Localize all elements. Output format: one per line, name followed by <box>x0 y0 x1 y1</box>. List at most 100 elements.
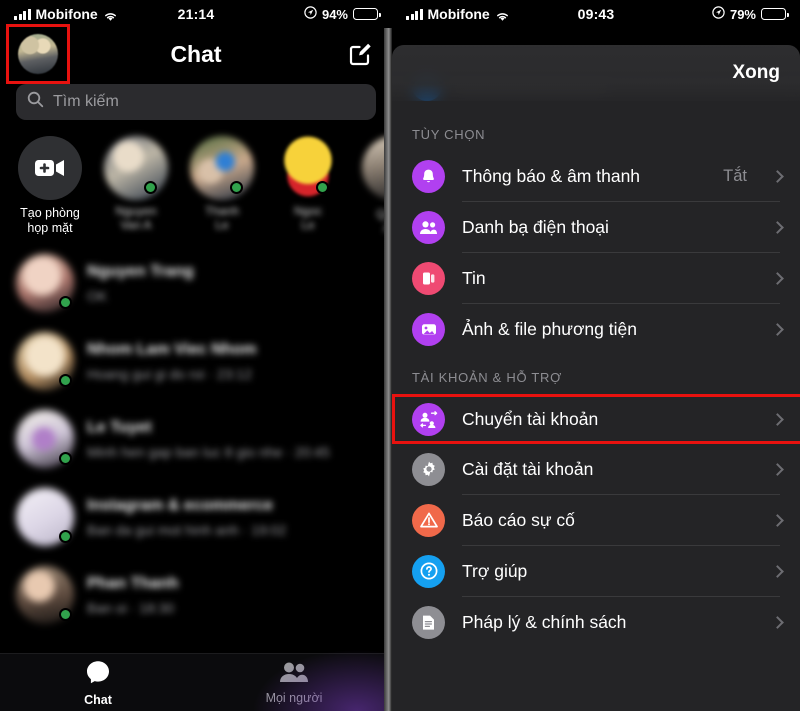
settings-row-report-problem[interactable]: Báo cáo sự cố <box>392 495 800 545</box>
chevron-right-icon <box>771 322 784 336</box>
photo-icon <box>412 312 445 346</box>
settings-row-label: Pháp lý & chính sách <box>462 611 627 632</box>
battery-icon <box>761 8 789 20</box>
chat-name: Nhom Lam Viec Nhom <box>87 340 257 358</box>
status-right-group: 94% <box>304 6 381 22</box>
settings-row-help[interactable]: Trợ giúp <box>392 546 800 596</box>
contacts-icon <box>412 210 445 244</box>
story-label: Nguyen Van A <box>115 204 157 232</box>
online-dot <box>144 181 157 194</box>
location-arrow-icon <box>712 6 725 22</box>
people-icon <box>279 662 309 687</box>
chevron-right-icon <box>771 564 784 578</box>
bell-icon <box>412 159 445 193</box>
create-room-button[interactable]: Tạo phòng họp mặt <box>14 136 86 236</box>
chevron-right-icon <box>771 271 784 285</box>
chat-list[interactable]: Nguyen Trang OK Nhom Lam Viec Nhom Hoang… <box>0 242 392 653</box>
gear-icon <box>412 452 445 486</box>
settings-row-label: Thông báo & âm thanh <box>462 165 641 186</box>
settings-row-contacts[interactable]: Danh bạ điện thoại <box>392 202 800 252</box>
search-icon <box>27 91 44 113</box>
online-dot <box>59 374 72 387</box>
bottom-tab-bar[interactable]: Chat Mọi người <box>0 649 392 711</box>
chat-list-item[interactable]: Nhom Lam Viec Nhom Hoang gui gi do roi ·… <box>0 322 392 400</box>
chevron-right-icon <box>771 615 784 629</box>
chat-avatar-wrap <box>16 332 74 390</box>
create-room-label: Tạo phòng họp mặt <box>20 206 80 235</box>
settings-row-account-settings[interactable]: Cài đặt tài khoản <box>392 444 800 494</box>
chevron-right-icon <box>771 169 784 183</box>
settings-row-label: Cài đặt tài khoản <box>462 458 594 479</box>
panel-scroll-strip[interactable] <box>384 28 392 711</box>
chat-text-group: Nhom Lam Viec Nhom Hoang gui gi do roi ·… <box>87 341 376 382</box>
chevron-right-icon <box>771 462 784 476</box>
chat-avatar-wrap <box>16 488 74 546</box>
tab-chat[interactable]: Chat <box>0 659 196 707</box>
story-item[interactable]: Nguyen Van A <box>100 136 172 232</box>
chat-name: Nguyen Trang <box>87 262 194 280</box>
settings-row-label: Ảnh & file phương tiện <box>462 318 637 339</box>
story-item[interactable]: Thanh Le <box>186 136 258 232</box>
settings-row-label: Báo cáo sự cố <box>462 509 575 530</box>
story-item[interactable]: Ngoc Le <box>272 136 344 232</box>
chat-snippet: Minh hen gap ban luc 8 gio nhe · 20:45 <box>87 443 330 460</box>
chat-snippet: Ban da gui mot hinh anh · 19:02 <box>87 521 287 538</box>
settings-row-media[interactable]: Ảnh & file phương tiện <box>392 304 800 354</box>
chevron-right-icon <box>771 412 784 426</box>
right-status-bar: Mobifone 09:43 79% <box>392 0 800 28</box>
settings-row-legal[interactable]: Pháp lý & chính sách <box>392 597 800 647</box>
settings-row-notifications[interactable]: Thông báo & âm thanh Tắt <box>392 151 800 201</box>
settings-list[interactable]: TÙY CHỌN Thông báo & âm thanh Tắt Danh b… <box>392 101 800 711</box>
online-dot <box>59 530 72 543</box>
story-avatar[interactable] <box>276 136 340 200</box>
chat-avatar-wrap <box>16 566 74 624</box>
chat-name: Le Tuyet <box>87 418 152 436</box>
online-dot <box>316 181 329 194</box>
search-input[interactable]: Tìm kiếm <box>16 84 376 120</box>
chat-snippet: Ban oi · 18:30 <box>87 599 175 616</box>
status-right-group: 79% <box>712 6 789 22</box>
page-title: Chat <box>170 40 222 67</box>
document-icon <box>412 605 445 639</box>
search-row: Tìm kiếm <box>0 80 392 128</box>
chat-text-group: Nguyen Trang OK <box>87 263 376 304</box>
chat-list-item[interactable]: Nguyen Trang OK <box>0 244 392 322</box>
chat-name: Phan Thanh <box>87 574 179 592</box>
story-label: Thanh Le <box>204 204 240 232</box>
left-status-bar: Mobifone 21:14 94% <box>0 0 392 28</box>
chat-list-item[interactable]: Phan Thanh Ban oi · 18:30 <box>0 556 392 634</box>
switch-account-row-wrap: Chuyển tài khoản <box>392 394 800 444</box>
done-button[interactable]: Xong <box>733 62 781 84</box>
story-avatar[interactable] <box>104 136 168 200</box>
section-header-options: TÙY CHỌN <box>412 127 486 142</box>
chat-list-item[interactable]: Le Tuyet Minh hen gap ban luc 8 gio nhe … <box>0 400 392 478</box>
chat-avatar-wrap <box>16 254 74 312</box>
chat-name: Instagram & ecommerce <box>87 496 273 514</box>
story-avatar[interactable] <box>190 136 254 200</box>
online-dot <box>59 452 72 465</box>
warning-icon <box>412 503 445 537</box>
settings-row-stories[interactable]: Tin <box>392 253 800 303</box>
rooms-and-stories-row[interactable]: Tạo phòng họp mặt NguyenVan A ThanhLe <box>0 128 392 242</box>
section-header-account: TÀI KHOẢN & HỖ TRỢ <box>412 370 562 385</box>
stories-icon <box>412 261 445 295</box>
search-placeholder: Tìm kiếm <box>53 93 119 110</box>
tab-people-label: Mọi người <box>265 690 323 705</box>
settings-row-value: Tắt <box>723 166 747 185</box>
online-dot <box>230 181 243 194</box>
chat-snippet: Hoang gui gi do roi · 23:12 <box>87 365 252 382</box>
messenger-settings-sheet: Mobifone 09:43 79% Xong TÙY CHỌN Thông b… <box>392 0 800 711</box>
chat-text-group: Le Tuyet Minh hen gap ban luc 8 gio nhe … <box>87 419 376 460</box>
switch-account-row[interactable]: Chuyển tài khoản <box>392 394 800 444</box>
sheet-header: Xong <box>392 45 800 101</box>
chat-list-item[interactable]: Instagram & ecommerce Ban da gui mot hin… <box>0 478 392 556</box>
dual-screenshot: Mobifone 21:14 94% Chat Tìm kiếm Tạo phò… <box>0 0 800 711</box>
battery-percent: 79% <box>729 6 756 22</box>
chevron-right-icon <box>771 220 784 234</box>
story-label: Ngoc Le <box>293 204 322 232</box>
chat-avatar-wrap <box>16 410 74 468</box>
compose-icon[interactable] <box>348 41 374 67</box>
switch-account-icon <box>412 402 445 436</box>
tab-people[interactable]: Mọi người <box>196 661 392 705</box>
settings-row-label: Trợ giúp <box>462 560 528 581</box>
